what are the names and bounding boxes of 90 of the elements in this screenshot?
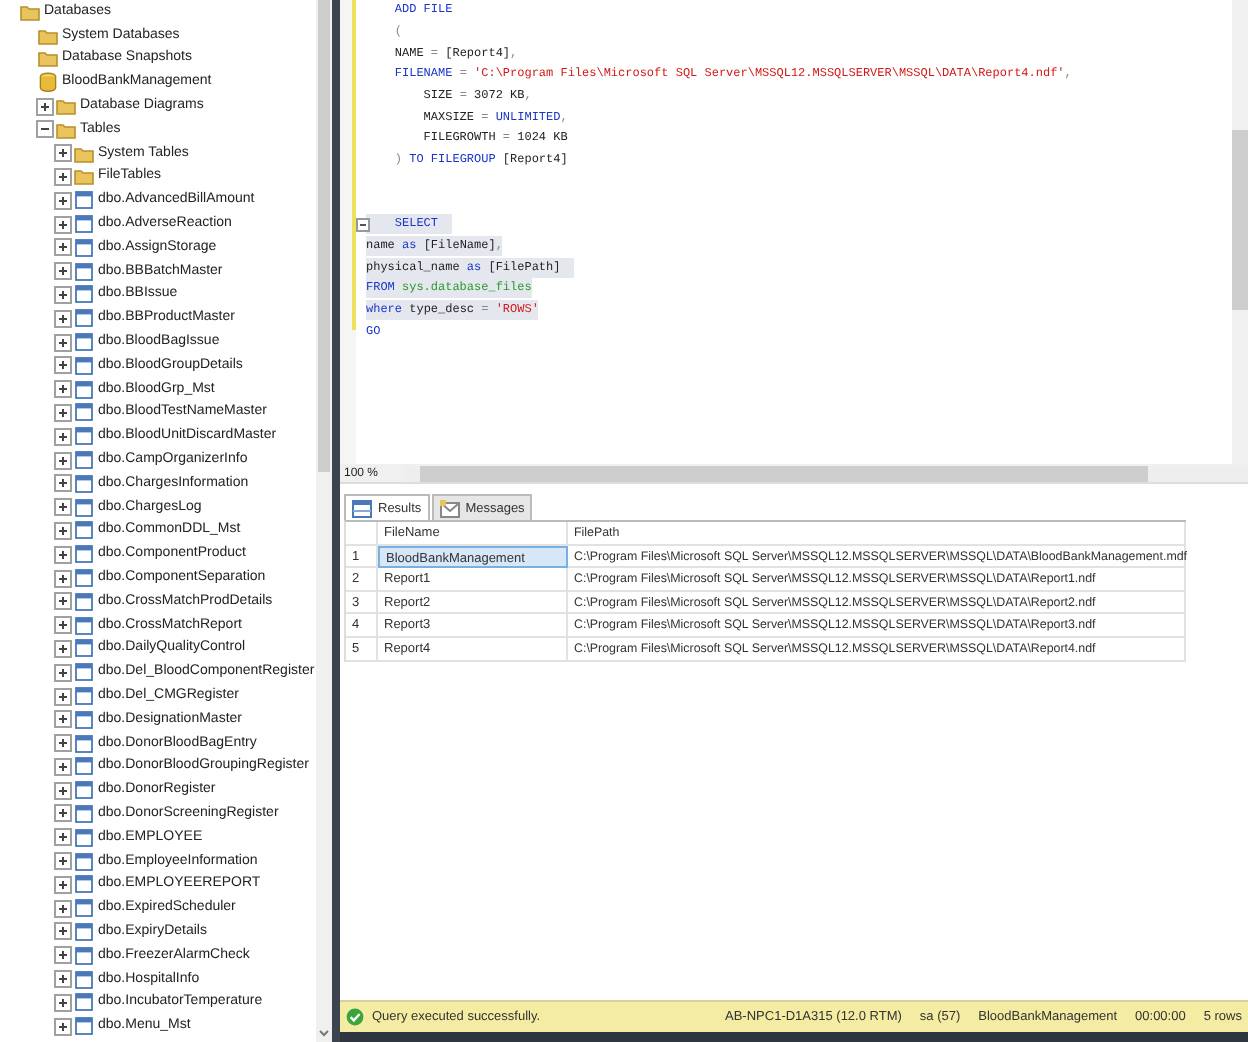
table-icon bbox=[74, 544, 94, 565]
table-icon bbox=[74, 756, 94, 777]
table-icon bbox=[74, 851, 94, 872]
table-icon bbox=[74, 733, 94, 754]
table-icon bbox=[74, 662, 94, 683]
folder-icon bbox=[20, 1, 40, 22]
table-icon bbox=[74, 1016, 94, 1037]
expand-icon[interactable] bbox=[54, 710, 72, 729]
grid-icon bbox=[352, 499, 372, 517]
table-icon bbox=[74, 709, 94, 730]
folder-icon bbox=[74, 143, 94, 164]
expand-icon[interactable] bbox=[54, 1017, 72, 1036]
expand-icon[interactable] bbox=[54, 663, 72, 682]
table-icon bbox=[74, 520, 94, 541]
expand-icon[interactable] bbox=[54, 592, 72, 611]
expand-icon[interactable] bbox=[54, 238, 72, 257]
table-icon bbox=[74, 921, 94, 942]
table-icon bbox=[74, 803, 94, 824]
scrollbar[interactable] bbox=[1232, 0, 1248, 464]
expand-icon[interactable] bbox=[54, 875, 72, 894]
expand-icon[interactable] bbox=[36, 97, 54, 116]
table-icon bbox=[74, 969, 94, 990]
expand-icon[interactable] bbox=[54, 828, 72, 847]
table-icon bbox=[74, 237, 94, 258]
expand-icon[interactable] bbox=[54, 262, 72, 281]
expand-icon[interactable] bbox=[54, 639, 72, 658]
expand-icon[interactable] bbox=[54, 498, 72, 517]
expand-icon[interactable] bbox=[54, 616, 72, 635]
table-icon bbox=[74, 473, 94, 494]
expand-icon[interactable] bbox=[54, 427, 72, 446]
table-icon bbox=[74, 945, 94, 966]
table-icon bbox=[74, 497, 94, 518]
table-icon bbox=[74, 686, 94, 706]
expand-icon[interactable] bbox=[54, 309, 72, 328]
expand-icon[interactable] bbox=[54, 167, 72, 186]
folder-icon bbox=[74, 166, 94, 187]
table-icon bbox=[74, 426, 94, 447]
table-icon bbox=[74, 827, 94, 848]
table-icon bbox=[74, 261, 94, 282]
expand-icon[interactable] bbox=[54, 285, 72, 304]
table-icon bbox=[74, 568, 94, 589]
folder-icon bbox=[38, 48, 58, 69]
expand-icon[interactable] bbox=[54, 215, 72, 234]
message-icon bbox=[439, 499, 460, 517]
expand-icon[interactable] bbox=[54, 191, 72, 210]
table-icon bbox=[74, 284, 94, 305]
table-icon bbox=[74, 402, 94, 423]
expand-icon[interactable] bbox=[54, 545, 72, 564]
expand-icon[interactable] bbox=[54, 757, 72, 776]
table-icon bbox=[74, 615, 94, 636]
expand-icon[interactable] bbox=[54, 804, 72, 823]
expand-icon[interactable] bbox=[54, 734, 72, 753]
table-icon bbox=[74, 638, 94, 659]
expand-icon[interactable] bbox=[54, 403, 72, 422]
table-icon bbox=[74, 355, 94, 376]
expand-icon[interactable] bbox=[54, 451, 72, 470]
expand-icon[interactable] bbox=[54, 521, 72, 540]
folder-icon bbox=[56, 119, 76, 140]
expand-icon[interactable] bbox=[54, 946, 72, 965]
expand-icon[interactable] bbox=[54, 380, 72, 399]
table-icon bbox=[74, 190, 94, 211]
collapse-icon[interactable] bbox=[356, 217, 370, 232]
expand-icon[interactable] bbox=[54, 993, 72, 1012]
table-icon bbox=[74, 379, 94, 400]
table-icon bbox=[74, 308, 94, 329]
expand-icon[interactable] bbox=[54, 899, 72, 918]
expand-icon[interactable] bbox=[54, 781, 72, 800]
table-icon bbox=[74, 898, 94, 919]
collapse-icon[interactable] bbox=[36, 120, 54, 139]
table-icon bbox=[74, 214, 94, 235]
folder-icon bbox=[56, 96, 76, 117]
table-icon bbox=[74, 780, 94, 801]
table-icon bbox=[74, 450, 94, 471]
scrollbar[interactable] bbox=[316, 0, 332, 1042]
table-icon bbox=[74, 332, 94, 353]
expand-icon[interactable] bbox=[54, 852, 72, 871]
folder-icon bbox=[38, 25, 58, 46]
expand-icon[interactable] bbox=[54, 687, 72, 705]
table-icon bbox=[74, 874, 94, 895]
expand-icon[interactable] bbox=[54, 333, 72, 352]
expand-icon[interactable] bbox=[54, 970, 72, 989]
expand-icon[interactable] bbox=[54, 474, 72, 493]
table-icon bbox=[74, 992, 94, 1013]
expand-icon[interactable] bbox=[54, 144, 72, 163]
expand-icon[interactable] bbox=[54, 356, 72, 375]
expand-icon[interactable] bbox=[54, 922, 72, 941]
database-icon bbox=[38, 72, 58, 93]
table-icon bbox=[74, 591, 94, 612]
expand-icon[interactable] bbox=[54, 569, 72, 588]
success-icon bbox=[346, 1008, 364, 1026]
